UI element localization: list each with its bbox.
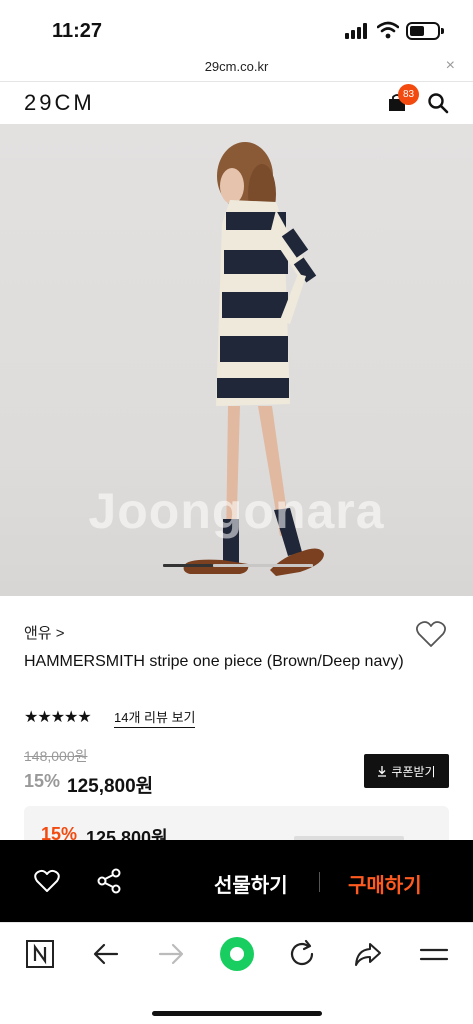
- status-bar: 11:27: [0, 0, 473, 52]
- purchase-action-bar: 선물하기 구매하기: [0, 840, 473, 922]
- refresh-icon[interactable]: [286, 938, 318, 970]
- buy-button[interactable]: 구매하기: [348, 869, 422, 898]
- product-name: HAMMERSMITH stripe one piece (Brown/Deep…: [24, 653, 404, 670]
- forward-arrow-icon[interactable]: [155, 938, 187, 970]
- naver-n-icon[interactable]: [24, 938, 56, 970]
- wishlist-heart-icon[interactable]: [416, 620, 446, 648]
- wifi-icon: [377, 21, 399, 39]
- signal-icon: [345, 23, 371, 39]
- original-price: 148,000원: [24, 748, 88, 764]
- coupon-button[interactable]: 쿠폰받기: [364, 754, 449, 788]
- discount-rate: 15%: [24, 771, 61, 791]
- share-arrow-icon[interactable]: [352, 938, 384, 970]
- product-image-carousel[interactable]: Joongonara: [0, 124, 473, 596]
- like-heart-icon[interactable]: [34, 869, 60, 893]
- rating-stars: ★★★★★: [24, 709, 92, 726]
- search-icon[interactable]: [427, 92, 449, 114]
- green-dot-icon[interactable]: [219, 936, 255, 972]
- site-logo[interactable]: 29CM: [24, 90, 95, 116]
- watermark-text: Joongonara: [88, 483, 385, 539]
- browser-toolbar: [0, 922, 473, 1024]
- brand-link[interactable]: 앤유 >: [24, 622, 65, 643]
- battery-icon: [406, 22, 444, 40]
- gift-button[interactable]: 선물하기: [214, 869, 288, 898]
- download-icon: [378, 765, 387, 777]
- carousel-indicator: [163, 564, 313, 567]
- cart-count-badge: 83: [398, 84, 419, 105]
- review-link[interactable]: 14개 리뷰 보기: [114, 707, 196, 728]
- url-text[interactable]: 29cm.co.kr: [0, 59, 473, 74]
- divider: [319, 872, 320, 892]
- app-header: 29CM 83: [0, 82, 473, 124]
- status-time: 11:27: [52, 20, 103, 42]
- coupon-label: 쿠폰받기: [391, 764, 436, 779]
- sale-price: 125,800원: [67, 776, 154, 797]
- back-arrow-icon[interactable]: [90, 938, 122, 970]
- close-icon[interactable]: ×: [446, 57, 455, 75]
- home-indicator: [152, 1011, 322, 1016]
- url-bar[interactable]: 29cm.co.kr ×: [0, 52, 473, 82]
- menu-icon[interactable]: [418, 938, 450, 970]
- share-icon[interactable]: [96, 868, 122, 894]
